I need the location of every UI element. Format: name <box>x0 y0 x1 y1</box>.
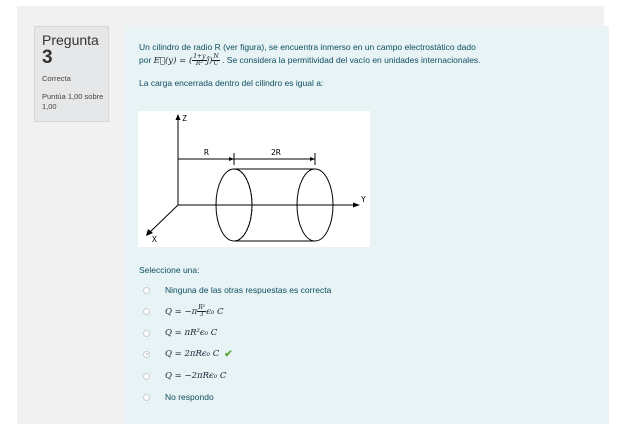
question-prompt: La carga encerrada dentro del cilindro e… <box>139 78 324 88</box>
axis-z-label: Z <box>182 114 187 123</box>
question-info-panel: Pregunta 3 Correcta Puntúa 1,00 sobre 1,… <box>34 26 109 122</box>
cylinder-diagram: Z Y X R 2R <box>146 114 366 244</box>
question-number: 3 <box>42 47 53 68</box>
answer-option[interactable]: No respondo <box>143 390 214 404</box>
question-text: Un cilindro de radio R (ver figura), se … <box>139 41 599 68</box>
question-label: Pregunta <box>42 32 99 48</box>
answer-option-text[interactable]: Ninguna de las otras respuestas es corre… <box>165 285 331 295</box>
cylinder-figure: Z Y X R 2R <box>138 111 370 247</box>
radio-button[interactable] <box>143 329 150 337</box>
radio-button[interactable] <box>143 307 150 315</box>
answer-option[interactable]: Ninguna de las otras respuestas es corre… <box>143 283 331 297</box>
question-content: Un cilindro de radio R (ver figura), se … <box>125 26 609 424</box>
x-axis-line <box>148 204 179 234</box>
radio-button[interactable] <box>143 372 150 380</box>
question-grade: Puntúa 1,00 sobre 1,00 <box>42 92 104 111</box>
answer-option[interactable]: Q = πR²ϵ₀ C <box>143 326 217 340</box>
radio-button[interactable] <box>143 393 150 401</box>
answer-option-selected[interactable]: Q = 2πRϵ₀ C ✔ <box>143 347 233 361</box>
answer-option[interactable]: Q = −π R² 3 ϵ₀ C <box>143 304 224 318</box>
dim-2r-label: 2R <box>271 148 281 157</box>
answer-option-formula[interactable]: Q = πR²ϵ₀ C <box>165 328 217 338</box>
answer-option-formula[interactable]: Q = −π R² 3 ϵ₀ C <box>165 304 224 318</box>
y-axis-arrow <box>353 202 360 208</box>
question-text-line2-prefix: por <box>139 55 152 65</box>
question-state: Correcta <box>42 74 71 83</box>
select-label: Seleccione una: <box>139 265 200 275</box>
answer-option-text[interactable]: No respondo <box>165 392 214 402</box>
checkmark-icon: ✔ <box>224 348 233 360</box>
axis-y-label: Y <box>361 195 366 204</box>
question-text-line1: Un cilindro de radio R (ver figura), se … <box>139 42 476 52</box>
answer-option[interactable]: Q = −2πRϵ₀ C <box>143 369 226 383</box>
question-text-line2-suffix: . Se considera la permitividad del vacío… <box>222 55 481 65</box>
radio-button-selected[interactable] <box>143 350 150 358</box>
z-axis-arrow <box>175 114 181 120</box>
answer-option-formula[interactable]: Q = −2πRϵ₀ C <box>165 371 226 381</box>
radio-button[interactable] <box>143 286 150 294</box>
dim-r-label: R <box>204 148 209 157</box>
axis-x-label: X <box>152 235 157 244</box>
field-formula: E⃗(y) = (1+y R² ĵ) N C <box>153 53 220 67</box>
answer-option-formula[interactable]: Q = 2πRϵ₀ C <box>165 349 219 359</box>
